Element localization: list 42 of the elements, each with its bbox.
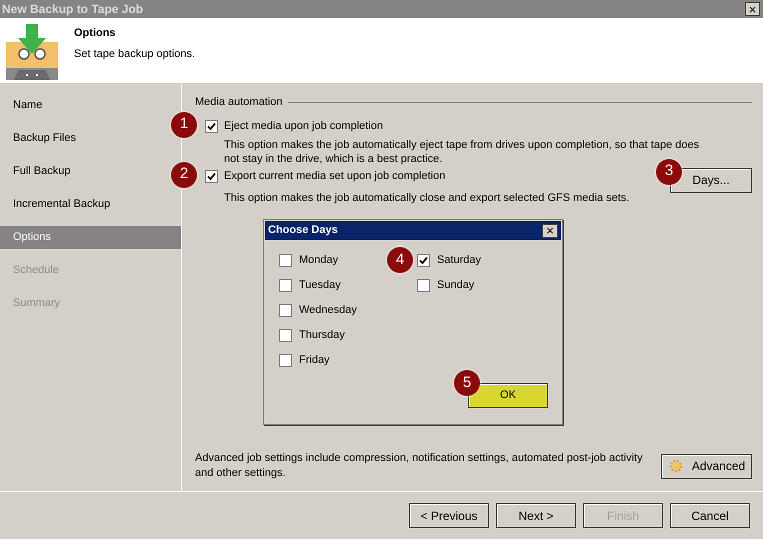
close-button[interactable]: × <box>542 224 558 238</box>
advanced-description: Advanced job settings include compression, notification settings, automated post-job activity and other settings. <box>195 451 644 481</box>
checkbox[interactable] <box>279 304 292 317</box>
close-button[interactable]: × <box>745 2 760 16</box>
window-title: New Backup to Tape Job <box>2 1 144 18</box>
footer-button[interactable]: < Previous <box>409 503 489 528</box>
day-label: Tuesday <box>299 278 341 294</box>
sidebar-item[interactable]: Name <box>0 94 46 117</box>
checkbox[interactable] <box>417 279 430 292</box>
day-label: Friday <box>299 353 330 368</box>
footer-button[interactable]: Cancel <box>670 503 750 528</box>
sidebar-item[interactable]: Backup Files <box>0 127 80 150</box>
checkbox[interactable] <box>205 120 218 132</box>
day-label: Wednesday <box>299 303 357 318</box>
option-description: This option makes the job automatically close and export selected GFS media sets. <box>224 190 630 204</box>
callout-badge: 2 <box>171 162 197 188</box>
checkbox[interactable] <box>279 329 292 342</box>
checkbox[interactable] <box>205 170 218 182</box>
callout-badge: 5 <box>454 370 480 396</box>
callout-badge: 3 <box>656 158 682 184</box>
day-label: Saturday <box>437 253 482 268</box>
sidebar-item[interactable]: Incremental Backup <box>0 193 114 216</box>
callout-badge: 1 <box>171 112 197 138</box>
day-label: Thursday <box>299 328 345 344</box>
option-label: Export current media set upon job completion <box>224 168 446 184</box>
callout-badge: 4 <box>387 247 413 273</box>
header-title: Options <box>74 26 117 41</box>
checkbox[interactable] <box>279 254 292 267</box>
sidebar-item[interactable]: Options <box>0 226 181 249</box>
sidebar-item[interactable]: Full Backup <box>0 160 74 183</box>
checkbox[interactable] <box>279 279 292 292</box>
day-label: Monday <box>299 253 338 268</box>
option-label: Eject media upon job completion <box>224 118 383 134</box>
checkbox[interactable] <box>279 354 292 367</box>
checkbox[interactable] <box>417 254 430 267</box>
footer-button[interactable]: Next > <box>496 503 576 528</box>
day-label: Sunday <box>437 278 474 294</box>
dialog-title: Choose Days <box>268 223 338 238</box>
advanced-button[interactable]: Advanced <box>661 454 752 478</box>
header-subtitle: Set tape backup options. <box>74 46 196 62</box>
tape-download-icon <box>6 24 58 80</box>
group-title: Media automation <box>195 95 282 110</box>
